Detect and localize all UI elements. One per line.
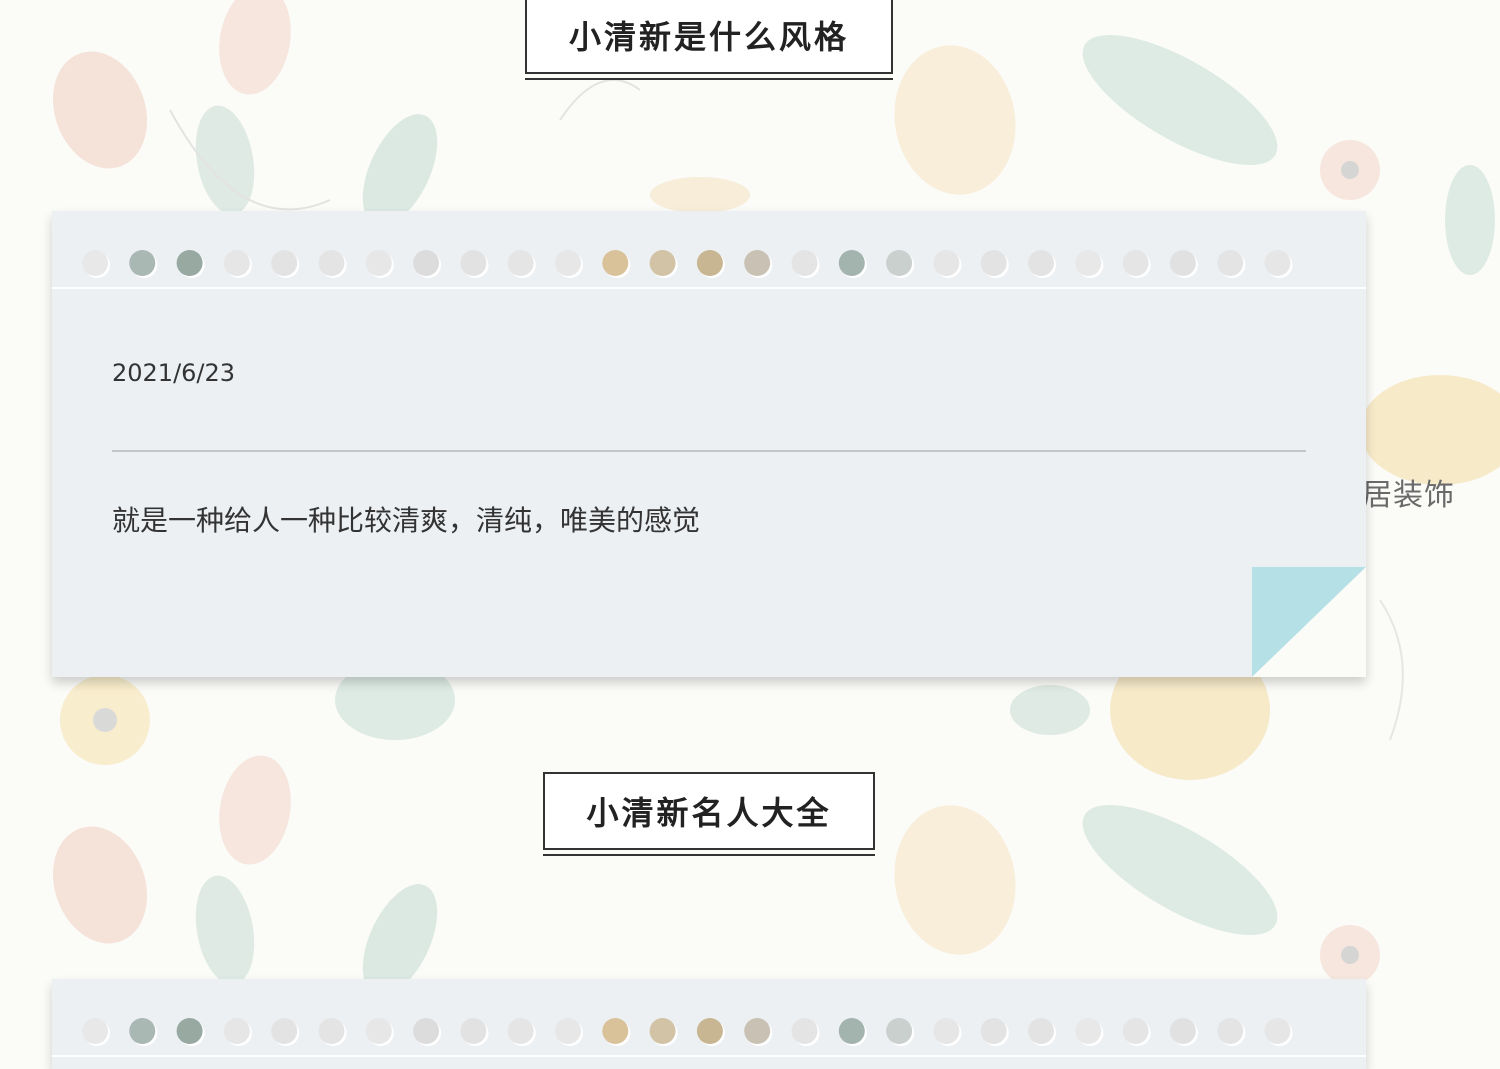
notebook-hole	[507, 1018, 534, 1044]
notebook-hole	[602, 250, 629, 276]
notebook-holes	[52, 211, 1366, 289]
section-title-celebrities: 小清新名人大全	[543, 772, 875, 856]
info-card: 2021/6/23 就是一种给人一种比较清爽，清纯，唯美的感觉	[52, 211, 1366, 677]
notebook-hole	[649, 1018, 676, 1044]
notebook-hole	[696, 1018, 723, 1044]
notebook-hole	[413, 250, 440, 276]
notebook-hole	[791, 1018, 818, 1044]
notebook-hole	[1028, 1018, 1054, 1044]
notebook-hole	[933, 1018, 960, 1044]
notebook-hole	[223, 250, 250, 276]
info-card	[52, 979, 1366, 1069]
notebook-hole	[838, 250, 865, 276]
notebook-hole	[886, 250, 913, 276]
notebook-hole	[555, 1018, 581, 1044]
notebook-hole	[1075, 250, 1102, 276]
notebook-hole	[129, 1018, 156, 1044]
background-edge-text: 居装饰	[1362, 478, 1455, 513]
notebook-hole	[1264, 1018, 1291, 1044]
notebook-hole	[933, 250, 960, 276]
notebook-hole	[1122, 250, 1149, 276]
notebook-hole	[744, 1018, 771, 1044]
notebook-hole	[1217, 1018, 1244, 1044]
notebook-hole	[1169, 250, 1196, 276]
notebook-hole	[82, 1018, 108, 1044]
card-description: 就是一种给人一种比较清爽，清纯，唯美的感觉	[112, 504, 701, 537]
notebook-hole	[1264, 250, 1291, 276]
divider	[112, 450, 1306, 452]
notebook-hole	[176, 1018, 203, 1044]
notebook-hole	[555, 250, 581, 276]
notebook-hole	[744, 250, 771, 276]
notebook-hole	[271, 1018, 298, 1044]
notebook-hole	[696, 250, 723, 276]
notebook-hole	[365, 1018, 392, 1044]
notebook-hole	[460, 1018, 487, 1044]
notebook-hole	[980, 250, 1007, 276]
notebook-hole	[838, 1018, 865, 1044]
section-title-text: 小清新是什么风格	[568, 18, 849, 56]
notebook-hole	[318, 1018, 345, 1044]
page-fold-corner	[1252, 567, 1366, 677]
notebook-hole	[318, 250, 345, 276]
notebook-hole	[649, 250, 676, 276]
notebook-hole	[1169, 1018, 1196, 1044]
notebook-hole	[886, 1018, 913, 1044]
notebook-hole	[129, 250, 156, 276]
notebook-hole	[507, 250, 534, 276]
section-title-style: 小清新是什么风格	[525, 0, 893, 80]
post-date: 2021/6/23	[112, 359, 236, 387]
notebook-hole	[223, 1018, 250, 1044]
notebook-hole	[1122, 1018, 1149, 1044]
notebook-hole	[1028, 250, 1054, 276]
notebook-hole	[602, 1018, 629, 1044]
section-title-text: 小清新名人大全	[586, 794, 832, 832]
notebook-hole	[980, 1018, 1007, 1044]
notebook-hole	[1075, 1018, 1102, 1044]
notebook-holes	[52, 979, 1366, 1057]
notebook-hole	[271, 250, 298, 276]
notebook-hole	[82, 250, 108, 276]
notebook-hole	[365, 250, 392, 276]
notebook-hole	[176, 250, 203, 276]
notebook-hole	[413, 1018, 440, 1044]
notebook-hole	[791, 250, 818, 276]
notebook-hole	[460, 250, 487, 276]
notebook-hole	[1217, 250, 1244, 276]
